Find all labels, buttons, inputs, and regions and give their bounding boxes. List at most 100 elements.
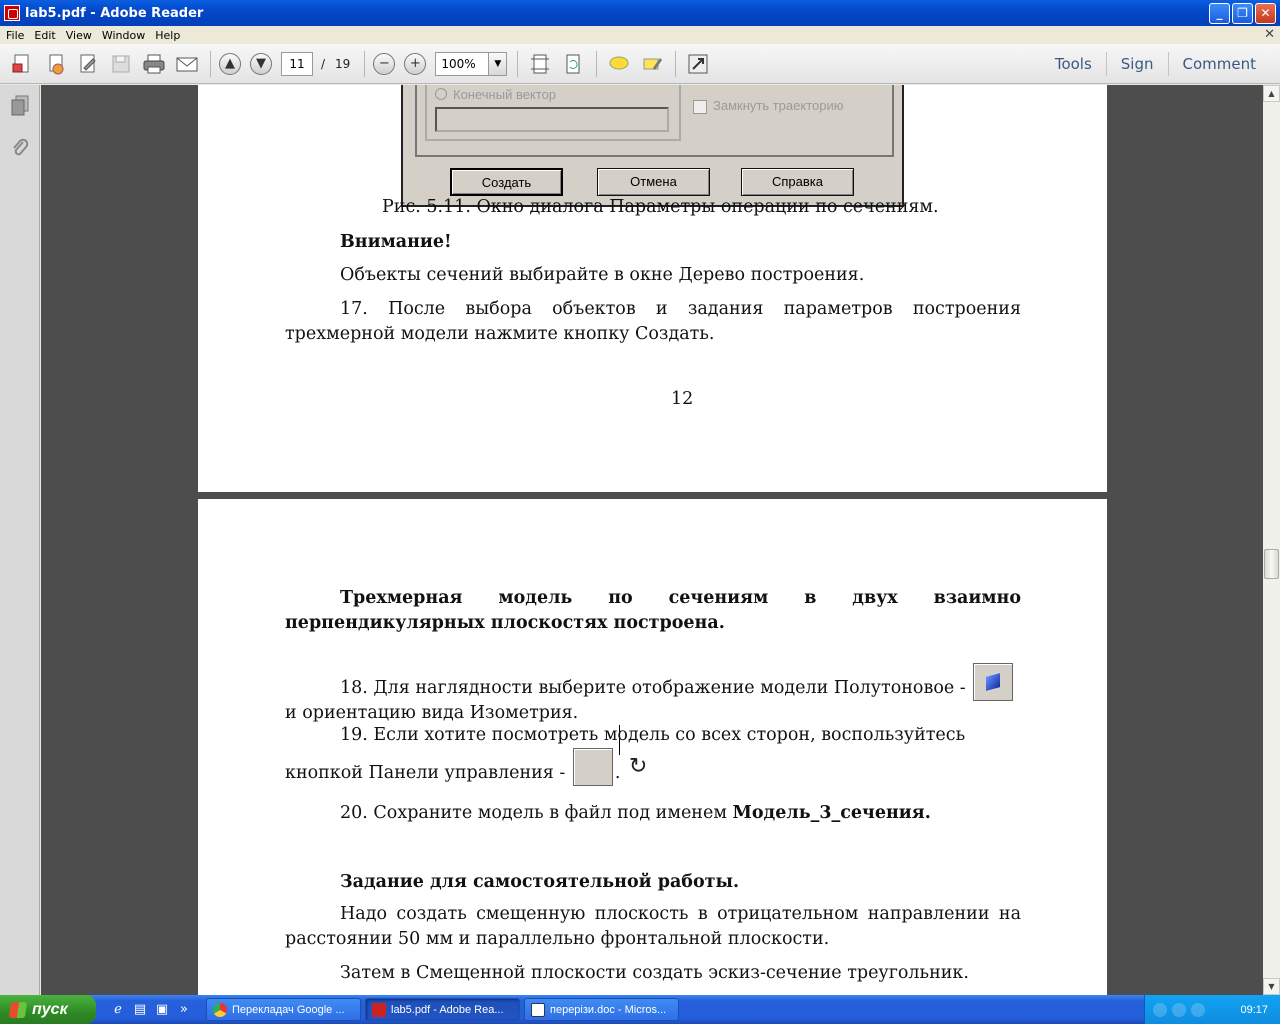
volume-icon[interactable] bbox=[1191, 1002, 1205, 1017]
dialog-cancel-button: Отмена bbox=[597, 168, 710, 196]
zoom-select[interactable]: 100% ▼ bbox=[435, 51, 508, 76]
start-label: пуск bbox=[32, 1000, 68, 1018]
paragraph-text: 19. Если хотите посмотреть модель со все… bbox=[285, 725, 966, 783]
menu-help[interactable]: Help bbox=[150, 29, 185, 42]
task-google-translate[interactable]: Перекладач Google ... bbox=[206, 998, 361, 1021]
document-view[interactable]: Конечный вектор Замкнуть траекторию Созд… bbox=[41, 85, 1263, 995]
menu-file[interactable]: File bbox=[1, 29, 29, 42]
radio-icon bbox=[435, 88, 447, 100]
page-thumbnails-icon[interactable] bbox=[0, 85, 40, 127]
create-pdf-icon[interactable] bbox=[8, 50, 36, 78]
fit-page-icon[interactable] bbox=[526, 50, 554, 78]
rotate-view-icon[interactable] bbox=[559, 50, 587, 78]
minimize-button[interactable]: _ bbox=[1209, 3, 1230, 24]
page-total: 19 bbox=[335, 56, 351, 71]
model-filename: Модель_3_сечения. bbox=[732, 803, 931, 823]
tray-arrow-icon[interactable] bbox=[1153, 1002, 1167, 1017]
paragraph-step-18: 18. Для наглядности выберите отображение… bbox=[285, 663, 1021, 726]
dialog-group-box: Конечный вектор Замкнуть траекторию bbox=[415, 85, 894, 157]
zoom-out-icon[interactable]: − bbox=[373, 52, 396, 75]
rotate-model-icon: ↻ bbox=[572, 748, 647, 786]
previous-page-icon[interactable]: ▲ bbox=[219, 52, 241, 75]
task-list: Перекладач Google ... lab5.pdf - Adobe R… bbox=[206, 998, 679, 1021]
menu-bar: File Edit View Window Help ✕ bbox=[0, 26, 1280, 44]
toolbar-separator bbox=[596, 50, 598, 77]
combine-files-icon[interactable] bbox=[41, 50, 69, 78]
dialog-help-button: Справка bbox=[741, 168, 854, 196]
edit-pdf-icon[interactable] bbox=[74, 50, 102, 78]
toolbar-separator bbox=[517, 50, 519, 77]
task-adobe-reader[interactable]: lab5.pdf - Adobe Rea... bbox=[365, 998, 520, 1021]
attachments-paperclip-icon[interactable] bbox=[0, 127, 40, 169]
zoom-value[interactable]: 100% bbox=[436, 53, 488, 75]
figure-caption: Рис. 5.11. Окно диалога Параметры операц… bbox=[382, 197, 939, 217]
task-label: lab5.pdf - Adobe Rea... bbox=[391, 1003, 504, 1016]
media-icon[interactable]: ▣ bbox=[154, 1002, 170, 1017]
title-bar: lab5.pdf - Adobe Reader _ ❐ ✕ bbox=[0, 0, 1280, 26]
scroll-down-icon[interactable]: ▼ bbox=[1263, 978, 1280, 995]
zoom-in-icon[interactable]: + bbox=[404, 52, 427, 75]
checkbox-label: Замкнуть траекторию bbox=[713, 98, 844, 113]
vector-field bbox=[435, 107, 669, 132]
menu-window[interactable]: Window bbox=[97, 29, 150, 42]
tools-link[interactable]: Tools bbox=[1041, 52, 1106, 76]
toolbar: ▲ ▼ 11 / 19 − + 100% ▼ Tools Sign Commen… bbox=[0, 44, 1280, 84]
window-controls: _ ❐ ✕ bbox=[1209, 3, 1276, 24]
close-button[interactable]: ✕ bbox=[1255, 3, 1276, 24]
chevron-down-icon[interactable]: ▼ bbox=[488, 52, 507, 75]
scroll-thumb[interactable] bbox=[1264, 549, 1279, 579]
paragraph: Объекты сечений выбирайте в окне Дерево … bbox=[340, 265, 865, 285]
task-label: перерізи.doc - Micros... bbox=[550, 1003, 667, 1016]
paragraph-step-19: 19. Если хотите посмотреть модель со все… bbox=[285, 723, 1021, 786]
windows-flag-icon bbox=[8, 1001, 28, 1018]
page-separator: / bbox=[321, 56, 326, 71]
chrome-icon bbox=[213, 1002, 227, 1017]
task-pane-links: Tools Sign Comment bbox=[1041, 52, 1270, 76]
dialog-create-button: Создать bbox=[450, 168, 563, 196]
pdf-icon bbox=[372, 1002, 386, 1017]
vertical-scrollbar[interactable]: ▲ ▼ bbox=[1263, 85, 1280, 995]
taskbar: пуск ℯ ▤ ▣ » Перекладач Google ... lab5.… bbox=[0, 995, 1280, 1024]
full-screen-icon[interactable] bbox=[684, 50, 712, 78]
task-label: Перекладач Google ... bbox=[232, 1003, 345, 1016]
quick-launch: ℯ ▤ ▣ » bbox=[110, 1002, 192, 1017]
save-icon[interactable] bbox=[107, 50, 135, 78]
menu-view[interactable]: View bbox=[61, 29, 97, 42]
section-heading: Трехмерная модель по сечениям в двух вза… bbox=[285, 588, 1021, 633]
restore-button[interactable]: ❐ bbox=[1232, 3, 1253, 24]
clock: 09:17 bbox=[1240, 1003, 1268, 1016]
start-button[interactable]: пуск bbox=[0, 995, 96, 1024]
radio-label: Конечный вектор bbox=[453, 87, 557, 102]
print-icon[interactable] bbox=[140, 50, 168, 78]
dialog-screenshot-figure: Конечный вектор Замкнуть траекторию Созд… bbox=[401, 85, 904, 207]
task-word-document[interactable]: перерізи.doc - Micros... bbox=[524, 998, 679, 1021]
paragraph-step-20: 20. Сохраните модель в файл под именем М… bbox=[340, 801, 931, 826]
navigation-panel bbox=[0, 85, 40, 995]
scroll-up-icon[interactable]: ▲ bbox=[1263, 85, 1280, 102]
system-tray: 09:17 bbox=[1144, 995, 1280, 1024]
email-icon[interactable] bbox=[173, 50, 201, 78]
document-icon[interactable]: ▤ bbox=[132, 1002, 148, 1017]
comment-link[interactable]: Comment bbox=[1167, 52, 1271, 76]
internet-explorer-icon[interactable]: ℯ bbox=[110, 1002, 126, 1017]
toolbar-separator bbox=[675, 50, 677, 77]
attention-heading: Внимание! bbox=[340, 232, 452, 252]
highlight-icon[interactable] bbox=[638, 50, 666, 78]
pdf-page: Конечный вектор Замкнуть траекторию Созд… bbox=[198, 85, 1107, 492]
network-icon[interactable] bbox=[1172, 1002, 1186, 1017]
pdf-page: Трехмерная модель по сечениям в двух вза… bbox=[198, 499, 1107, 995]
page-number-input[interactable]: 11 bbox=[281, 51, 313, 76]
paragraph-text: 18. Для наглядности выберите отображение… bbox=[340, 678, 966, 698]
word-icon bbox=[531, 1002, 545, 1017]
shaded-view-icon bbox=[973, 663, 1014, 701]
chevron-right-icon[interactable]: » bbox=[176, 1002, 192, 1017]
task-heading: Задание для самостоятельной работы. bbox=[340, 872, 740, 892]
comment-note-icon[interactable] bbox=[605, 50, 633, 78]
close-document-icon[interactable]: ✕ bbox=[1264, 27, 1275, 42]
toolbar-separator bbox=[364, 50, 366, 77]
task-paragraph: Затем в Смещенной плоскости создать эски… bbox=[340, 963, 969, 983]
toolbar-separator bbox=[210, 50, 211, 77]
menu-edit[interactable]: Edit bbox=[29, 29, 60, 42]
sign-link[interactable]: Sign bbox=[1105, 52, 1168, 76]
next-page-icon[interactable]: ▼ bbox=[250, 52, 272, 75]
